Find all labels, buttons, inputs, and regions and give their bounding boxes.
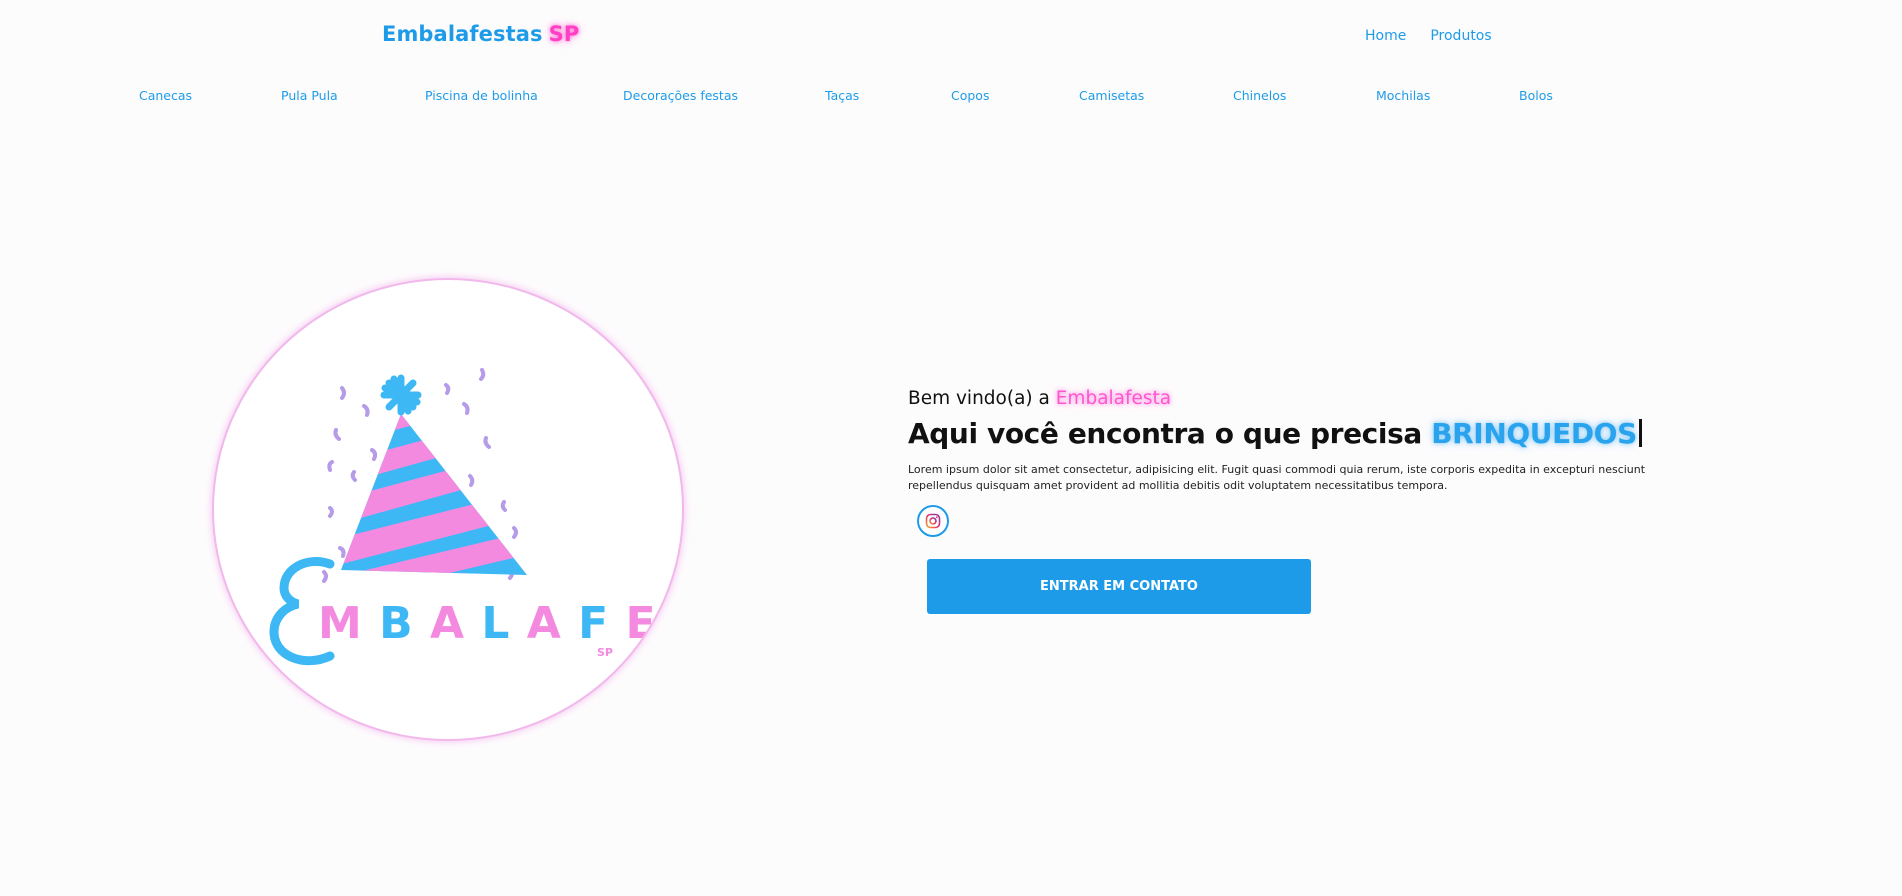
brand-suffix: SP (548, 22, 580, 46)
nav-link-produtos[interactable]: Produtos (1430, 28, 1491, 44)
logo-wordmark: M B A L A F E S T A S SP (269, 557, 684, 666)
category-link-chinelos[interactable]: Chinelos (1233, 88, 1286, 103)
welcome-prefix: Bem vindo(a) a (908, 388, 1050, 409)
category-link-copos[interactable]: Copos (951, 88, 989, 103)
category-link-tacas[interactable]: Taças (825, 88, 859, 103)
party-hat-logo-icon: M B A L A F E S T A S SP (269, 368, 684, 666)
category-link-piscina-de-bolinha[interactable]: Piscina de bolinha (425, 88, 538, 103)
hero-logo-circle: M B A L A F E S T A S SP (212, 278, 684, 741)
top-nav: Home Produtos (1365, 28, 1492, 44)
contact-button[interactable]: ENTRAR EM CONTATO (927, 559, 1311, 614)
welcome-text: Bem vindo(a) a Embalafesta (908, 388, 1171, 409)
headline: Aqui você encontra o que precisa BRINQUE… (908, 417, 1642, 450)
instagram-button[interactable] (917, 505, 949, 537)
hero-description: Lorem ipsum dolor sit amet consectetur, … (908, 463, 1646, 492)
brand-logo-link[interactable]: Embalafestas SP (382, 22, 579, 46)
welcome-accent: Embalafesta (1055, 388, 1172, 409)
svg-text:M B A: M B A L A F E S T A S (318, 598, 684, 649)
hat-icon (341, 374, 527, 575)
headline-typed-word: BRINQUEDOS (1431, 417, 1637, 450)
nav-link-home[interactable]: Home (1365, 28, 1406, 44)
headline-prefix: Aqui você encontra o que precisa (908, 417, 1422, 450)
instagram-icon (925, 513, 941, 529)
category-link-decoracoes-festas[interactable]: Decorações festas (623, 88, 738, 103)
category-link-pula-pula[interactable]: Pula Pula (281, 88, 338, 103)
typing-caret (1638, 419, 1642, 447)
category-link-bolos[interactable]: Bolos (1519, 88, 1553, 103)
category-link-camisetas[interactable]: Camisetas (1079, 88, 1144, 103)
category-link-mochilas[interactable]: Mochilas (1376, 88, 1430, 103)
brand-name: Embalafestas (382, 22, 543, 46)
svg-text:SP: SP (597, 646, 613, 659)
category-link-canecas[interactable]: Canecas (139, 88, 192, 103)
